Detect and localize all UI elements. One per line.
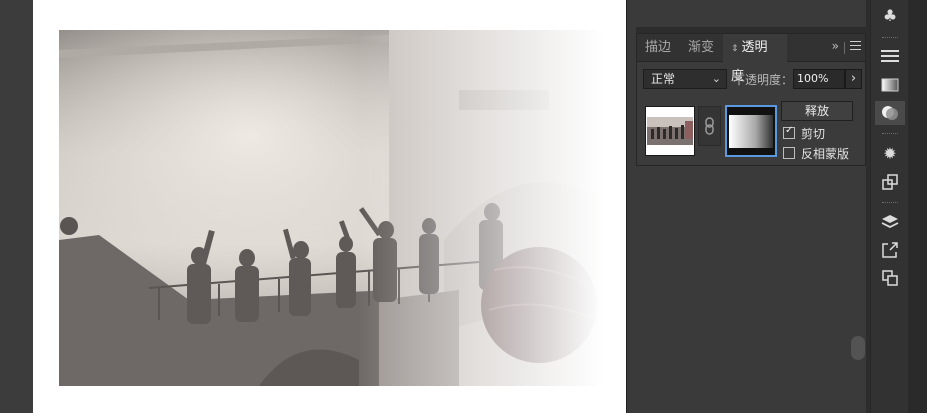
double-chevron-right-icon[interactable]: »	[832, 39, 839, 53]
artboards-icon[interactable]	[875, 266, 905, 290]
tab-transparency[interactable]: ⇕ 透明度	[723, 34, 787, 84]
tab-gradient[interactable]: 渐变	[680, 34, 722, 61]
invert-mask-checkbox-box[interactable]	[783, 147, 795, 159]
mask-gradient-preview	[729, 115, 773, 148]
clip-label: 剪切	[801, 127, 826, 141]
sun-icon[interactable]: ✹	[875, 142, 905, 166]
grip-divider	[882, 37, 898, 40]
transparency-icon[interactable]	[875, 101, 905, 125]
reorder-arrows-icon: ⇕	[731, 44, 739, 54]
gradient-icon[interactable]	[875, 73, 905, 97]
panel-tabs: 描边 渐变 ⇕ 透明度 »	[637, 34, 865, 84]
release-button[interactable]: 释放	[781, 101, 853, 121]
chain-link-icon	[705, 117, 714, 135]
photo-image	[59, 30, 604, 386]
mask-thumbnail[interactable]	[725, 105, 777, 157]
layers-icon[interactable]	[875, 210, 905, 234]
object-thumbnail[interactable]	[645, 106, 695, 156]
club-icon[interactable]: ♣	[875, 4, 905, 28]
transparency-panel: 描边 渐变 ⇕ 透明度 » 正常 ⌄ 不透明度： 100% › 释放 ✓ 剪切 …	[636, 33, 866, 166]
chevron-down-icon: ⌄	[711, 72, 721, 85]
invert-mask-label: 反相蒙版	[801, 147, 850, 161]
clip-checkbox[interactable]: ✓ 剪切	[783, 125, 826, 142]
blend-mode-value: 正常	[651, 72, 676, 86]
panel-scroll-thumb[interactable]	[851, 336, 865, 360]
grip-divider	[882, 202, 898, 205]
opacity-slider-button[interactable]: ›	[845, 69, 862, 89]
opacity-label: 不透明度：	[733, 73, 794, 87]
export-icon[interactable]	[875, 170, 905, 194]
link-out-icon[interactable]	[875, 238, 905, 262]
panel-menu-icon[interactable]	[850, 41, 861, 53]
scrollbar[interactable]	[908, 0, 927, 413]
grip-divider	[882, 133, 898, 136]
opacity-input[interactable]: 100%	[793, 69, 845, 89]
canvas-area[interactable]	[0, 0, 627, 413]
tab-stroke[interactable]: 描边	[637, 34, 679, 61]
blend-mode-select[interactable]: 正常 ⌄	[643, 69, 727, 89]
invert-mask-checkbox[interactable]: 反相蒙版	[783, 146, 849, 162]
checkmark-icon: ✓	[785, 125, 794, 136]
lines-icon[interactable]	[875, 44, 905, 68]
link-mask-button[interactable]	[698, 106, 721, 146]
object-thumbnail-image	[647, 117, 693, 145]
masked-photo[interactable]	[59, 30, 604, 386]
tab-separator	[844, 42, 845, 54]
right-toolbar: ♣ ✹	[870, 0, 908, 413]
panel-divider	[626, 0, 627, 413]
clip-checkbox-box[interactable]: ✓	[783, 125, 795, 139]
